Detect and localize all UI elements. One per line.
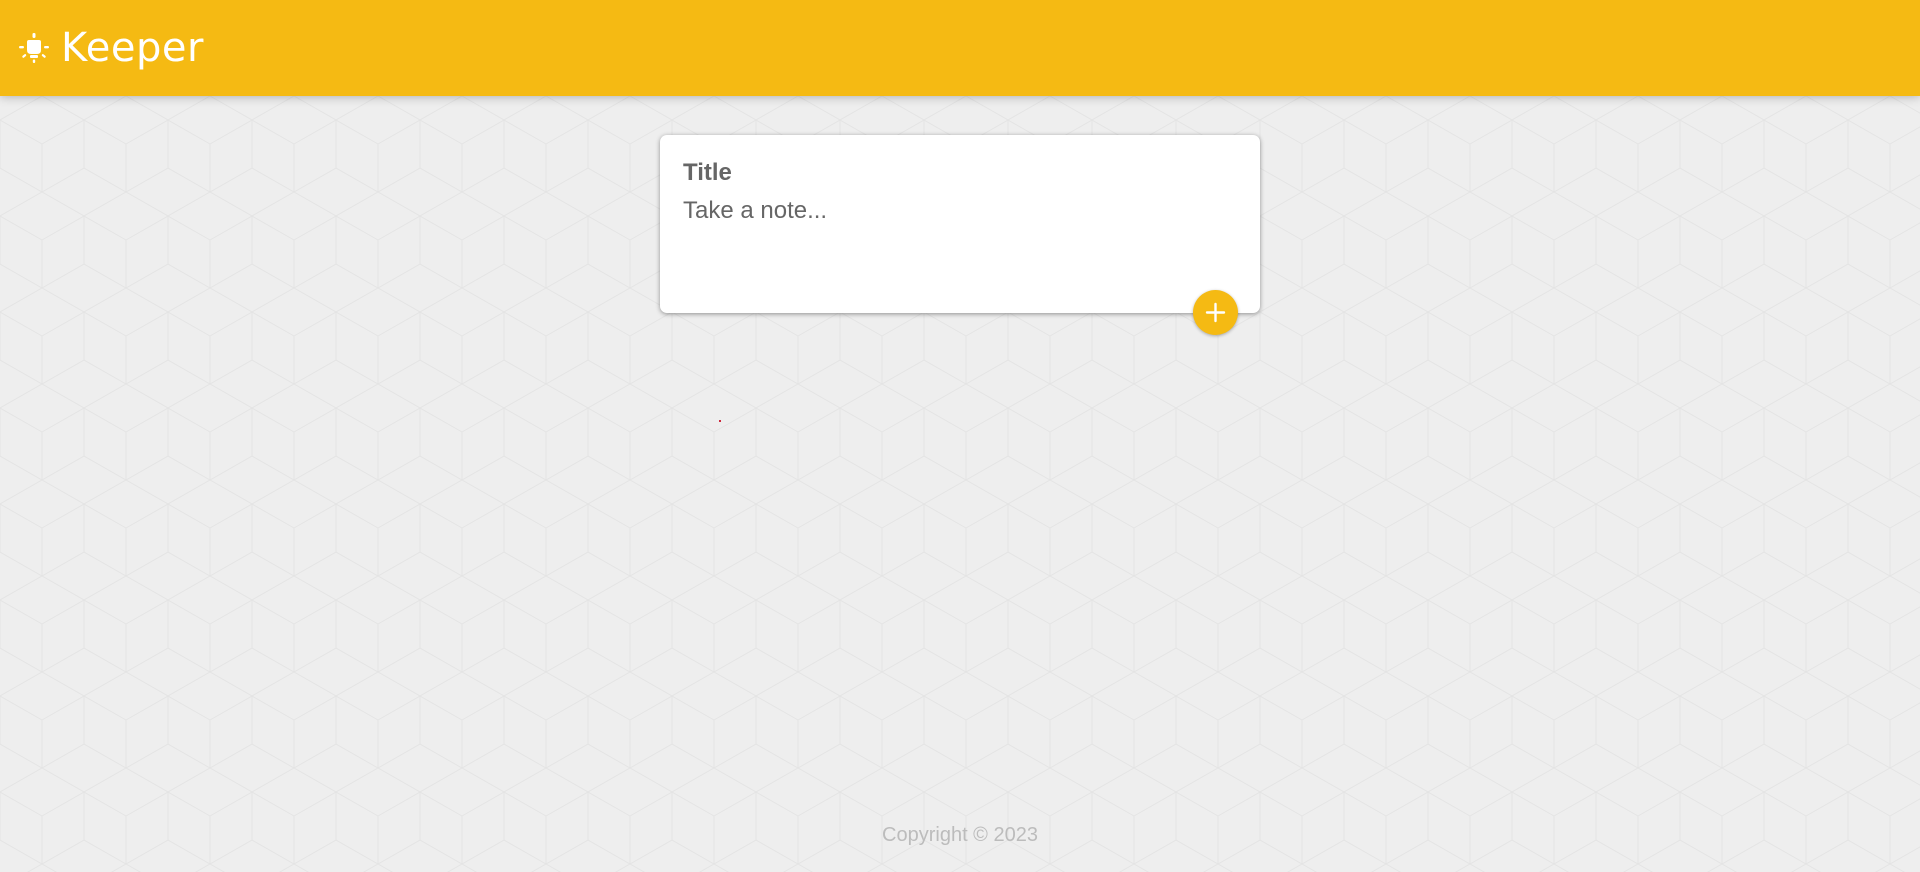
create-note-form [660, 135, 1260, 313]
app-header: Keeper [0, 0, 1920, 96]
page-footer: Copyright © 2023 [0, 822, 1920, 848]
note-content-input[interactable] [683, 195, 1233, 295]
note-title-input[interactable] [683, 155, 1233, 191]
copyright-text: Copyright © 2023 [882, 824, 1038, 846]
plus-icon [1205, 302, 1226, 323]
background-pattern [0, 0, 1920, 872]
add-note-button[interactable] [1193, 290, 1238, 335]
cursor-dot [719, 420, 721, 422]
lightbulb-icon [19, 33, 49, 63]
app-title: Keeper [61, 25, 204, 71]
